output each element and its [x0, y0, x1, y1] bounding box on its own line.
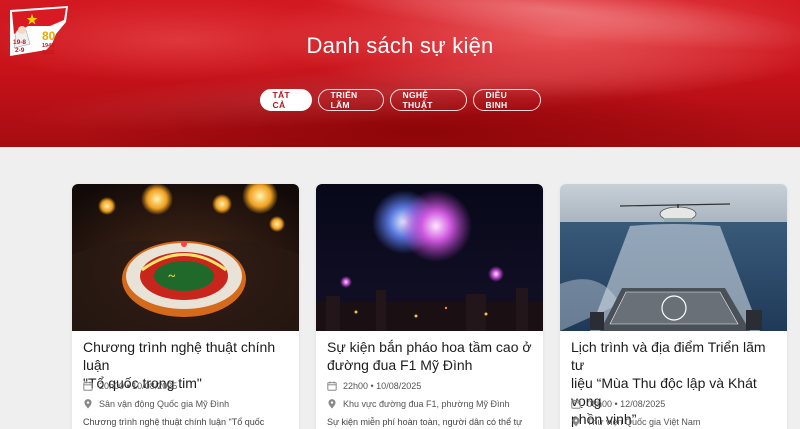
- event-card[interactable]: Sự kiện bắn pháo hoa tầm cao ở đường đua…: [316, 184, 543, 429]
- page-title: Danh sách sự kiện: [306, 33, 494, 58]
- calendar-icon: [327, 381, 337, 391]
- event-time-text: 22h00 • 10/08/2025: [343, 381, 422, 391]
- event-title[interactable]: Sự kiện bắn pháo hoa tầm cao ở đường đua…: [327, 338, 534, 374]
- event-title-line: Sự kiện bắn pháo hoa tầm cao ở: [327, 339, 532, 355]
- event-time: 08h00 • 12/08/2025: [571, 397, 781, 411]
- hero-banner: [0, 0, 800, 147]
- tab-parade[interactable]: DIỄU BINH: [472, 89, 541, 111]
- event-title-line: Chương trình nghệ thuật chính luận: [83, 339, 276, 373]
- tab-art[interactable]: NGHỆ THUẬT: [389, 89, 467, 111]
- event-time-text: 08h00 • 12/08/2025: [587, 399, 666, 409]
- category-tabs: TẤT CẢ TRIỂN LÃM NGHỆ THUẬT DIỄU BINH: [0, 89, 800, 111]
- event-location-text: Thư viện Quốc gia Việt Nam: [587, 417, 701, 427]
- event-location-text: Sân vận động Quốc gia Mỹ Đình: [99, 399, 230, 409]
- event-description: Chương trình nghệ thuật chính luận "Tổ q…: [83, 417, 265, 427]
- location-pin-icon: [328, 399, 336, 409]
- event-image-fireworks[interactable]: [316, 184, 543, 331]
- event-time: 20h00 • 10/08/2025: [83, 379, 293, 393]
- event-location: Sân vận động Quốc gia Mỹ Đình: [83, 397, 293, 411]
- event-image-stadium[interactable]: ~: [72, 184, 299, 331]
- event-title-line: Lịch trình và địa điểm Triển lãm tư: [571, 339, 766, 373]
- event-location: Thư viện Quốc gia Việt Nam: [571, 415, 781, 429]
- event-description: Sự kiện miễn phí hoàn toàn, người dân có…: [327, 417, 523, 427]
- calendar-icon: [571, 399, 581, 409]
- calendar-icon: [83, 381, 93, 391]
- event-card[interactable]: ~ Chương trình nghệ thuật chính luận "Tổ…: [72, 184, 299, 429]
- location-pin-icon: [572, 417, 580, 427]
- event-time: 22h00 • 10/08/2025: [327, 379, 537, 393]
- tab-exhibition[interactable]: TRIỂN LÃM: [317, 89, 384, 111]
- tab-all[interactable]: TẤT CẢ: [259, 89, 312, 111]
- event-location-text: Khu vực đường đua F1, phường Mỹ Đình: [343, 399, 510, 409]
- event-image-helicopter[interactable]: [560, 184, 787, 331]
- event-location: Khu vực đường đua F1, phường Mỹ Đình: [327, 397, 537, 411]
- event-card[interactable]: Lịch trình và địa điểm Triển lãm tư liệu…: [560, 184, 787, 429]
- svg-text:~: ~: [168, 268, 176, 283]
- location-pin-icon: [84, 399, 92, 409]
- event-time-text: 20h00 • 10/08/2025: [99, 381, 178, 391]
- event-title-line: đường đua F1 Mỹ Đình: [327, 357, 473, 373]
